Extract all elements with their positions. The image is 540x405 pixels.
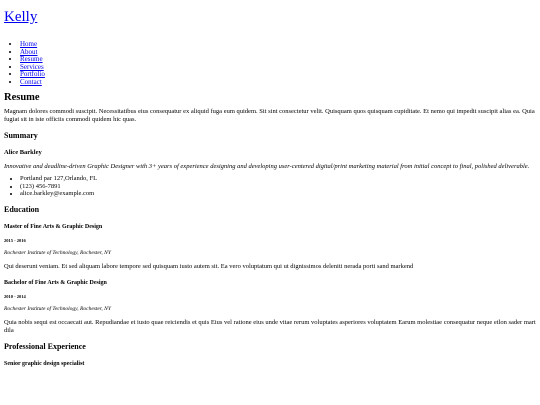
education-title: Education — [4, 204, 40, 214]
education-description: Qui deserunt veniam. Et sed aliquam labo… — [4, 262, 414, 270]
education-years: 2010 - 2014 — [4, 293, 26, 299]
experience-title: Professional Experience — [4, 341, 86, 351]
resume-title: Resume — [4, 92, 40, 103]
nav-item-contact: Contact — [20, 78, 536, 87]
page: Kelly Home About Resume Services Portfol… — [0, 0, 540, 405]
nav-link-contact[interactable]: Contact — [20, 78, 42, 86]
nav-item-about: About — [20, 48, 536, 57]
education-degree: Bachelor of Fine Arts & Graphic Design — [4, 279, 107, 286]
logo-link[interactable]: Kelly — [4, 9, 37, 25]
nav-item-services: Services — [20, 63, 536, 72]
contact-email: alice.barkley@example.com — [20, 190, 536, 198]
site-logo: Kelly — [4, 8, 536, 26]
education-years: 2015 - 2016 — [4, 237, 26, 243]
nav-item-home: Home — [20, 40, 536, 49]
education-degree: Master of Fine Arts & Graphic Design — [4, 223, 103, 230]
nav-item-portfolio: Portfolio — [20, 70, 536, 79]
experience-role: Senior graphic design specialist — [4, 360, 85, 367]
person-name: Alice Barkley — [4, 149, 42, 156]
contact-phone: (123) 456-7891 — [20, 183, 536, 191]
education-description: Quia nobis sequi est occaecati aut. Repu… — [4, 318, 536, 334]
contact-address: Portland par 127,Orlando, FL — [20, 175, 536, 183]
summary-title: Summary — [4, 131, 38, 140]
education-school: Rochester Institute of Technology, Roche… — [4, 305, 111, 312]
main-nav: Home About Resume Services Portfolio Con… — [4, 40, 536, 87]
nav-item-resume: Resume — [20, 55, 536, 64]
resume-intro: Magnam dolores commodi suscipit. Necessi… — [4, 108, 535, 123]
summary-tagline: Innovative and deadline-driven Graphic D… — [4, 163, 530, 170]
education-school: Rochester Institute of Technology, Roche… — [4, 249, 111, 256]
contact-list: Portland par 127,Orlando, FL (123) 456-7… — [4, 175, 536, 198]
